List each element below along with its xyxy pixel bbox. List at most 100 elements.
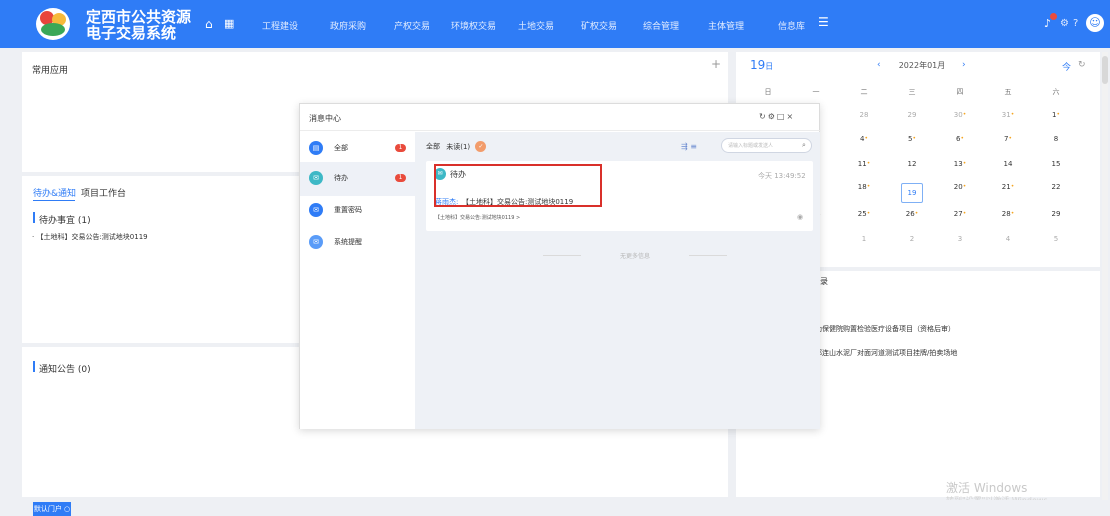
calendar-date[interactable]: 27• (935, 210, 985, 218)
date-label: 18 (857, 183, 867, 191)
nav-chanquan[interactable]: 产权交易 (394, 19, 430, 32)
calendar-date[interactable]: 29 (1031, 210, 1081, 218)
close-icon[interactable]: × (786, 112, 795, 121)
date-label: 14 (1003, 160, 1013, 168)
avatar[interactable]: ☺ (1086, 14, 1104, 32)
bell-icon[interactable]: ♪ (1044, 17, 1051, 30)
calendar-date[interactable]: 22 (1031, 183, 1081, 191)
date-label: 11 (857, 160, 867, 168)
weekday-header: 日 (764, 88, 772, 96)
menu-icon[interactable]: ☰ (818, 16, 830, 28)
nav-zonghe[interactable]: 综合管理 (643, 19, 679, 32)
sidebar-item-todo[interactable]: ✉ 待办 1 (300, 162, 415, 196)
weekday-header: 三 (908, 88, 916, 96)
message-preview[interactable]: 【土地科】交易公告:测试地块0119 > (435, 214, 520, 221)
calendar-date[interactable]: 1 (839, 235, 889, 243)
calendar-date[interactable]: 28 (839, 111, 889, 119)
calendar-date[interactable]: 6• (935, 135, 985, 143)
nav-zhengfu[interactable]: 政府采购 (330, 19, 366, 32)
calendar-date[interactable]: 20• (935, 183, 985, 191)
date-label: 26 (905, 210, 915, 218)
calendar-date[interactable]: 28• (983, 210, 1033, 218)
sidebar-item-reset-password[interactable]: ✉ 重置密码 (300, 194, 415, 228)
question-icon[interactable]: ? (1073, 18, 1078, 29)
tab-project-workbench[interactable]: 项目工作台 (81, 186, 126, 199)
calendar-date[interactable]: 4• (839, 135, 889, 143)
date-label: 1 (861, 235, 867, 243)
project-item[interactable]: 幼保健院购置检验医疗设备项目（资格后审） (815, 324, 955, 334)
grid-icon[interactable]: ▦ (224, 17, 234, 30)
mark-read-icon[interactable]: ✓ (475, 141, 487, 152)
add-app-icon[interactable]: + (711, 57, 721, 71)
nav-zhuti[interactable]: 主体管理 (708, 19, 744, 32)
today-button[interactable]: 今 (1062, 60, 1071, 73)
calendar-date[interactable]: 3 (935, 235, 985, 243)
settings-icon[interactable]: ⚙ (768, 112, 777, 121)
calendar-date[interactable]: 2 (887, 235, 937, 243)
project-item[interactable]: 部连山水泥厂对面河道测试项目挂牌/拍卖场地 (815, 348, 957, 358)
calendar-date[interactable]: 13• (935, 160, 985, 168)
nav-kuangquan[interactable]: 矿权交易 (581, 19, 617, 32)
unread-badge: 1 (395, 144, 406, 152)
calendar-date[interactable]: 8 (1031, 135, 1081, 143)
notice-title: 通知公告 (0) (39, 365, 91, 375)
calendar-date[interactable]: 26• (887, 210, 937, 218)
date-label: 28 (859, 111, 869, 119)
dialog-sidebar: ▤ 全部 1 ✉ 待办 1 ✉ 重置密码 ✉ 系统提醒 (300, 132, 415, 429)
nav-huanjing[interactable]: 环境权交易 (451, 19, 496, 32)
calendar-date[interactable]: 30• (935, 111, 985, 119)
home-icon[interactable]: ⌂ (205, 17, 213, 31)
calendar-date[interactable]: 7• (983, 135, 1033, 143)
calendar-date[interactable]: 4 (983, 235, 1033, 243)
calendar-date[interactable]: 21• (983, 183, 1033, 191)
scrollbar-thumb[interactable] (1102, 56, 1108, 84)
date-label: 25 (857, 210, 867, 218)
calendar-date[interactable]: 18• (839, 183, 889, 191)
search-icon[interactable]: ⌕ (802, 141, 806, 150)
sort-icons[interactable]: ⇶ ≡ (681, 142, 697, 151)
filter-unread[interactable]: 未读(1) (446, 143, 470, 151)
message-card[interactable]: ✉ 待办 今天 13:49:52 蒋雨杰: 【土地科】交易公告:测试地块0119… (426, 161, 813, 231)
event-dot: • (962, 111, 967, 118)
sidebar-item-all[interactable]: ▤ 全部 1 (300, 132, 415, 166)
todo-icon: ✉ (309, 171, 323, 185)
scrollbar[interactable] (1102, 52, 1108, 500)
default-portal-button[interactable]: 默认门户 ○ (33, 502, 71, 516)
search-input[interactable]: 请输入标题或发送人 ⌕ (721, 138, 812, 153)
calendar-date[interactable]: 15 (1031, 160, 1081, 168)
date-label: 8 (1053, 135, 1059, 143)
nav-tudi[interactable]: 土地交易 (518, 19, 554, 32)
event-dot: • (1056, 111, 1060, 118)
calendar-date[interactable]: 12 (887, 160, 937, 168)
calendar-date[interactable]: 29 (887, 111, 937, 119)
bell-icon: ✉ (309, 235, 323, 249)
dialog-controls: ↻⚙□× (759, 112, 795, 121)
calendar-date[interactable]: 11• (839, 160, 889, 168)
calendar-date[interactable]: 31• (983, 111, 1033, 119)
todo-item[interactable]: · 【土地科】交易公告:测试地块0119 (32, 232, 148, 242)
maximize-icon[interactable]: □ (777, 112, 787, 121)
eye-icon[interactable]: ◉ (797, 213, 803, 221)
refresh-icon[interactable]: ↻ (1078, 60, 1086, 70)
event-dot: • (962, 210, 967, 217)
refresh-icon[interactable]: ↻ (759, 112, 768, 121)
project-list-title: 录 (820, 277, 828, 286)
next-month-button[interactable]: › (962, 60, 966, 70)
calendar-date[interactable]: 25• (839, 210, 889, 218)
calendar-day: 19日 (750, 58, 774, 72)
sidebar-item-system-reminder[interactable]: ✉ 系统提醒 (300, 226, 415, 260)
system-title: 定西市公共资源 电子交易系统 (86, 9, 196, 41)
calendar-date[interactable]: 1• (1031, 111, 1081, 119)
filter-all[interactable]: 全部 (426, 143, 440, 151)
nav-xinxiku[interactable]: 信息库 (778, 19, 805, 32)
calendar-date[interactable]: 19 (901, 183, 923, 203)
tab-todo-notice[interactable]: 待办&通知 (33, 186, 76, 199)
calendar-date[interactable]: 14 (983, 160, 1033, 168)
nav-gongcheng[interactable]: 工程建设 (262, 19, 298, 32)
date-label: 31 (1001, 111, 1011, 119)
calendar-date[interactable]: 5• (887, 135, 937, 143)
weekday-header: 五 (1004, 88, 1012, 96)
calendar-date[interactable]: 5 (1031, 235, 1081, 243)
settings-icon[interactable]: ⚙ (1060, 18, 1069, 29)
section-marker (33, 361, 35, 372)
